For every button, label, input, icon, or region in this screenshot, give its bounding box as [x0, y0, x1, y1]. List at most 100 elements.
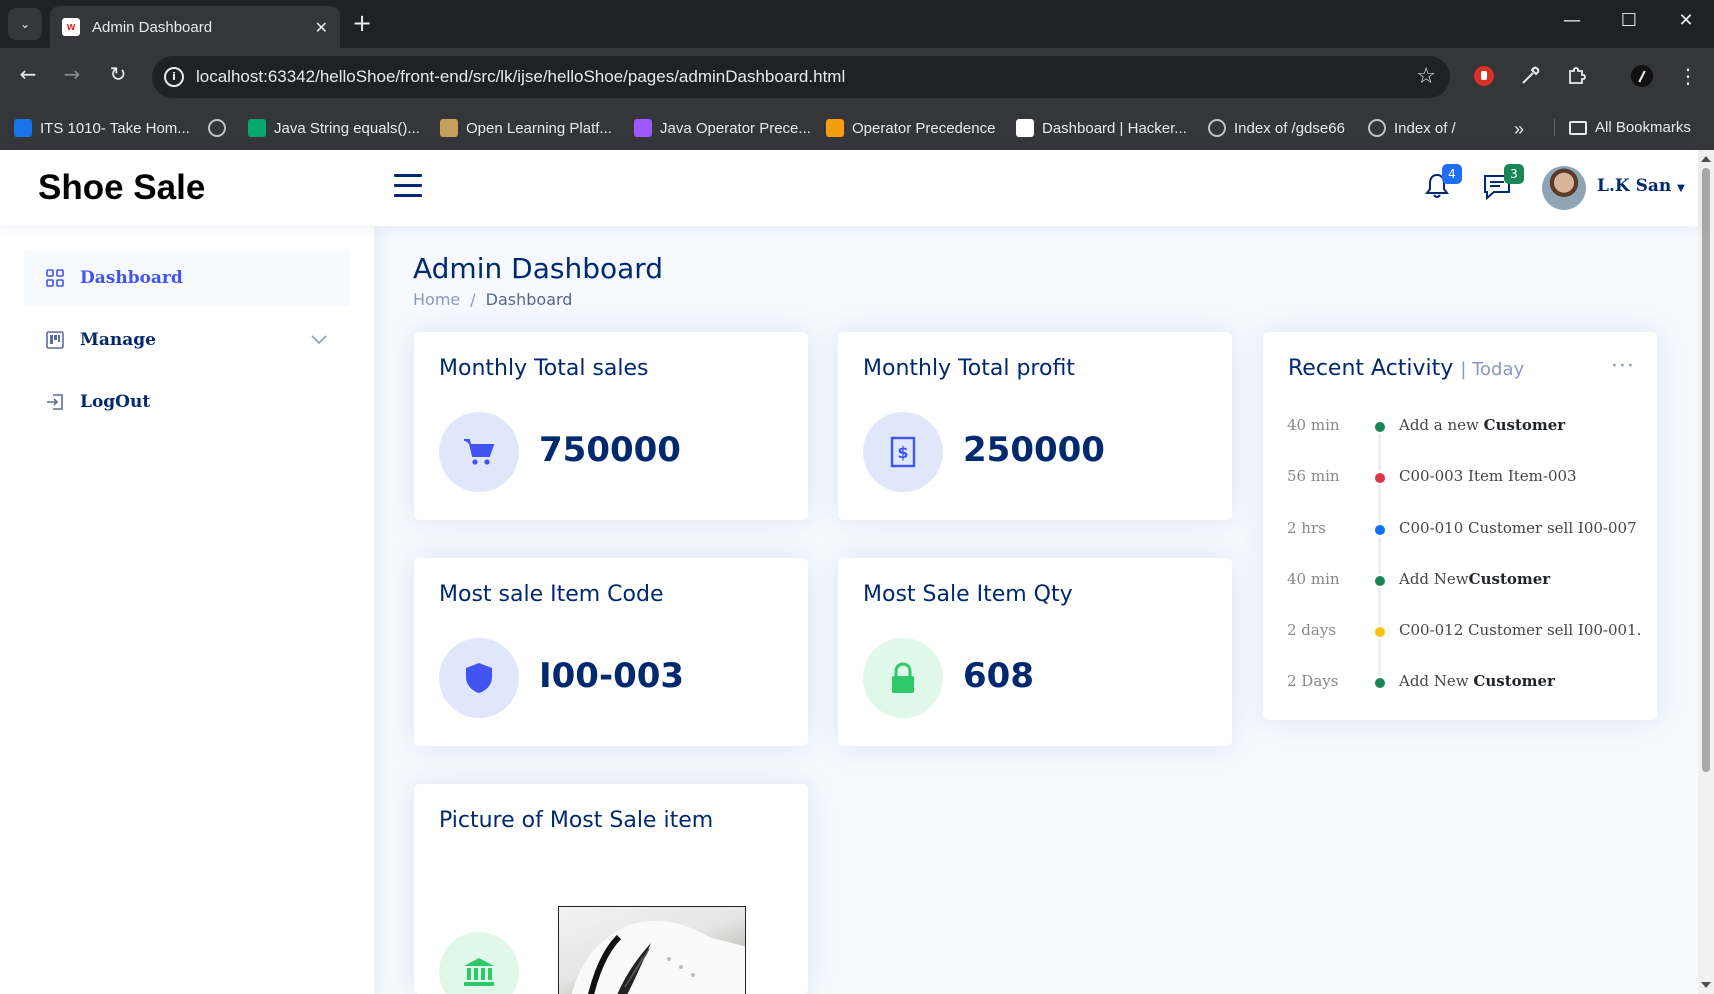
- bookmark-item[interactable]: Open Learning Platf...: [440, 119, 612, 137]
- bookmark-item[interactable]: Index of /gdse66: [1208, 119, 1345, 137]
- bookmark-label: Open Learning Platf...: [466, 119, 612, 137]
- more-bookmarks-button[interactable]: »: [1514, 119, 1524, 140]
- breadcrumb: Home / Dashboard: [413, 290, 572, 309]
- activity-item: 40 min Add NewCustomer: [1287, 570, 1647, 594]
- messages-button[interactable]: 3: [1482, 164, 1524, 204]
- card-value: 608: [963, 656, 1034, 696]
- notifications-badge: 4: [1442, 164, 1462, 184]
- window-close-icon[interactable]: ✕: [1666, 10, 1706, 31]
- page-scrollbar[interactable]: [1698, 150, 1714, 994]
- logout-icon: [44, 391, 66, 413]
- bookmark-item[interactable]: [208, 119, 234, 137]
- user-name: L.K San: [1597, 176, 1672, 196]
- cart-icon: [439, 412, 519, 492]
- card-title: Monthly Total sales: [439, 356, 649, 381]
- shield-icon: [439, 638, 519, 718]
- menu-toggle-icon[interactable]: [394, 174, 422, 198]
- activity-filter: | Today: [1460, 359, 1525, 380]
- sidebar-item-dashboard[interactable]: Dashboard: [24, 250, 350, 306]
- svg-text:$: $: [897, 443, 908, 462]
- page-title: Admin Dashboard: [413, 252, 664, 285]
- notifications-button[interactable]: 4: [1424, 164, 1462, 204]
- scroll-down-icon[interactable]: [1701, 982, 1711, 988]
- browser-tab[interactable]: W Admin Dashboard ✕: [50, 6, 340, 48]
- more-options-icon[interactable]: ···: [1611, 354, 1635, 379]
- sidebar-item-label: Dashboard: [80, 268, 183, 288]
- sidebar-item-label: Manage: [80, 330, 156, 350]
- minimize-icon[interactable]: —: [1552, 10, 1592, 31]
- bookmark-item[interactable]: Operator Precedence: [826, 119, 995, 137]
- card-title: Monthly Total profit: [863, 356, 1075, 381]
- classroom-icon: [14, 119, 32, 137]
- kanban-icon: [44, 329, 66, 351]
- activity-text: Add New Customer: [1399, 672, 1555, 690]
- activity-dot-icon: [1373, 420, 1387, 434]
- github-icon: [208, 119, 226, 137]
- chevron-down-icon[interactable]: [310, 330, 328, 349]
- activity-title-text: Recent Activity: [1288, 356, 1454, 381]
- activity-text: C00-010 Customer sell I00-007: [1399, 519, 1637, 537]
- grid-icon: [44, 267, 66, 289]
- browser-tab-bar: ⌄ W Admin Dashboard ✕ + — ☐ ✕: [0, 0, 1714, 48]
- site-logo[interactable]: Shoe Sale: [38, 168, 205, 208]
- card-value: 750000: [539, 430, 681, 470]
- bookmark-label: Java Operator Prece...: [660, 119, 811, 137]
- activity-text-bold: Customer: [1468, 570, 1551, 588]
- activity-dot-icon: [1373, 523, 1387, 537]
- bookmark-item[interactable]: Java Operator Prece...: [634, 119, 811, 137]
- item-code-card: Most sale Item Code I00-003: [414, 558, 808, 746]
- activity-time: 2 Days: [1287, 672, 1339, 690]
- all-bookmarks-button[interactable]: All Bookmarks: [1554, 119, 1691, 136]
- bookmark-item[interactable]: Dashboard | Hacker...: [1016, 119, 1187, 137]
- activity-text-plain: Add New: [1399, 672, 1474, 690]
- activity-text: C00-012 Customer sell I00-001.: [1399, 621, 1641, 639]
- activity-text: Add a new Customer: [1399, 416, 1565, 434]
- maximize-icon[interactable]: ☐: [1609, 10, 1649, 31]
- card-title: Picture of Most Sale item: [439, 808, 714, 833]
- activity-dot-icon: [1373, 471, 1387, 485]
- activity-item: 2 hrs C00-010 Customer sell I00-007: [1287, 519, 1647, 543]
- scroll-up-icon[interactable]: [1701, 156, 1711, 162]
- back-icon[interactable]: ←: [12, 62, 44, 86]
- forward-icon[interactable]: →: [56, 62, 88, 86]
- url-text[interactable]: localhost:63342/helloShoe/front-end/src/…: [196, 67, 845, 87]
- bookmark-item[interactable]: Index of /: [1368, 119, 1456, 137]
- caret-down-icon: ▼: [1677, 183, 1685, 194]
- bookmark-label: Operator Precedence: [852, 119, 996, 137]
- most-sale-item-image: [558, 906, 746, 994]
- address-bar[interactable]: i localhost:63342/helloShoe/front-end/sr…: [152, 56, 1450, 98]
- extension-shield-icon[interactable]: [1472, 64, 1496, 88]
- bookmark-label: Dashboard | Hacker...: [1042, 119, 1187, 137]
- profile-icon[interactable]: [1630, 64, 1654, 88]
- activity-text-plain: C00-012 Customer sell I00-001.: [1399, 621, 1642, 639]
- new-tab-button[interactable]: +: [352, 9, 372, 37]
- tab-close-icon[interactable]: ✕: [315, 18, 328, 37]
- bank-icon: [439, 932, 519, 994]
- activity-text-plain: Add a new: [1399, 416, 1484, 434]
- sidebar-item-manage[interactable]: Manage: [24, 312, 350, 368]
- breadcrumb-home[interactable]: Home: [413, 290, 460, 309]
- site-info-icon[interactable]: i: [164, 67, 184, 87]
- card-value: I00-003: [539, 656, 685, 696]
- picture-card: Picture of Most Sale item: [414, 784, 808, 994]
- activity-time: 56 min: [1287, 467, 1340, 485]
- bookmark-star-icon[interactable]: ☆: [1416, 64, 1436, 89]
- bookmark-label: Index of /: [1394, 119, 1456, 137]
- profit-card: Monthly Total profit $ 250000: [838, 332, 1232, 520]
- eyedropper-icon[interactable]: [1518, 64, 1542, 88]
- scroll-thumb[interactable]: [1702, 168, 1710, 772]
- bookmark-item[interactable]: ITS 1010- Take Hom...: [14, 119, 190, 137]
- browser-menu-icon[interactable]: ⋮: [1676, 64, 1700, 88]
- extensions-puzzle-icon[interactable]: [1564, 64, 1588, 88]
- main-content: Admin Dashboard Home / Dashboard Monthly T…: [374, 226, 1698, 994]
- item-qty-card: Most Sale Item Qty 608: [838, 558, 1232, 746]
- user-menu[interactable]: L.K San ▼: [1597, 176, 1685, 196]
- breadcrumb-separator: /: [470, 290, 476, 309]
- bookmark-item[interactable]: Java String equals()...: [248, 119, 420, 137]
- browser-toolbar: ← → ↻ i localhost:63342/helloShoe/front-…: [0, 48, 1714, 108]
- activity-text-plain: C00-003 Item Item-003: [1399, 467, 1577, 485]
- avatar[interactable]: [1542, 166, 1586, 210]
- sidebar-item-logout[interactable]: LogOut: [24, 374, 350, 430]
- reload-icon[interactable]: ↻: [102, 62, 134, 86]
- tab-search-button[interactable]: ⌄: [8, 8, 42, 40]
